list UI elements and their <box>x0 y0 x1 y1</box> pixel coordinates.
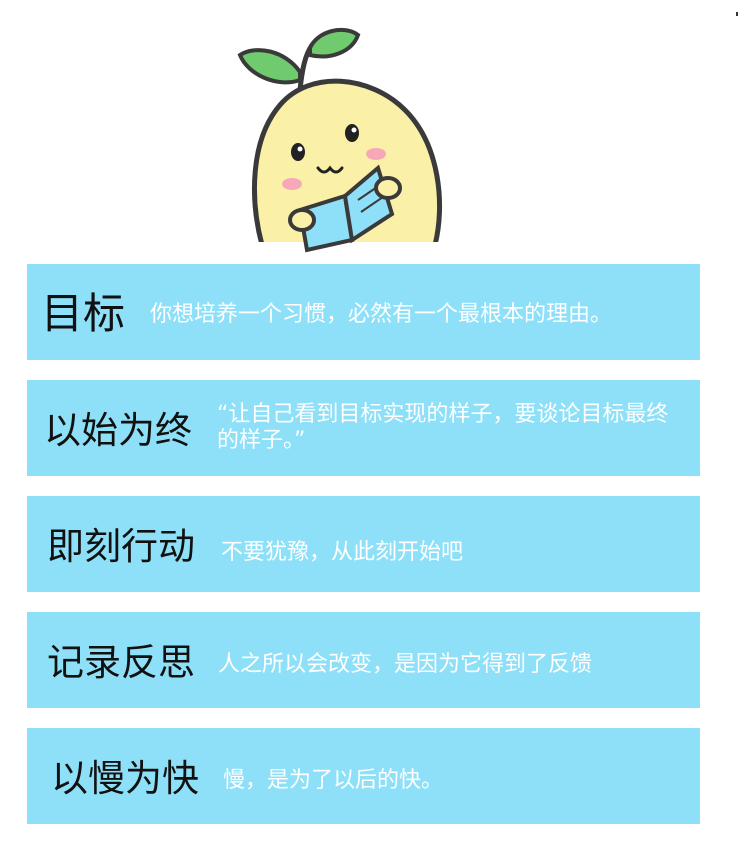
potato-reading-book-icon <box>190 27 550 260</box>
card-text: 人之所以会改变，是因为它得到了反馈 <box>218 652 593 677</box>
habit-card-list: 目标 你想培养一个习惯，必然有一个最根本的理由。 以始为终 “让自己看到目标实现… <box>27 264 700 824</box>
card-text: 你想培养一个习惯，必然有一个最根本的理由。 <box>150 302 613 327</box>
habit-card-begin-with-end: 以始为终 “让自己看到目标实现的样子，要谈论目标最终的样子。” <box>27 380 700 476</box>
habit-card-slow-is-fast: 以慢为快 慢，是为了以后的快。 <box>27 728 700 824</box>
habit-card-act-now: 即刻行动 不要犹豫，从此刻开始吧 <box>27 496 700 592</box>
habit-card-record-reflect: 记录反思 人之所以会改变，是因为它得到了反馈 <box>27 612 700 708</box>
card-title: 以始为终 <box>44 409 192 452</box>
habit-card-goal: 目标 你想培养一个习惯，必然有一个最根本的理由。 <box>27 264 700 360</box>
card-text: “让自己看到目标实现的样子，要谈论目标最终的样子。” <box>217 402 669 453</box>
card-text: 慢，是为了以后的快。 <box>223 768 444 793</box>
card-title: 以慢为快 <box>51 757 199 800</box>
card-title: 目标 <box>41 289 126 338</box>
card-title: 即刻行动 <box>47 525 195 568</box>
corner-mark <box>736 12 738 16</box>
card-title: 记录反思 <box>47 641 195 684</box>
mascot-illustration <box>0 0 744 260</box>
card-text: 不要犹豫，从此刻开始吧 <box>221 540 464 565</box>
